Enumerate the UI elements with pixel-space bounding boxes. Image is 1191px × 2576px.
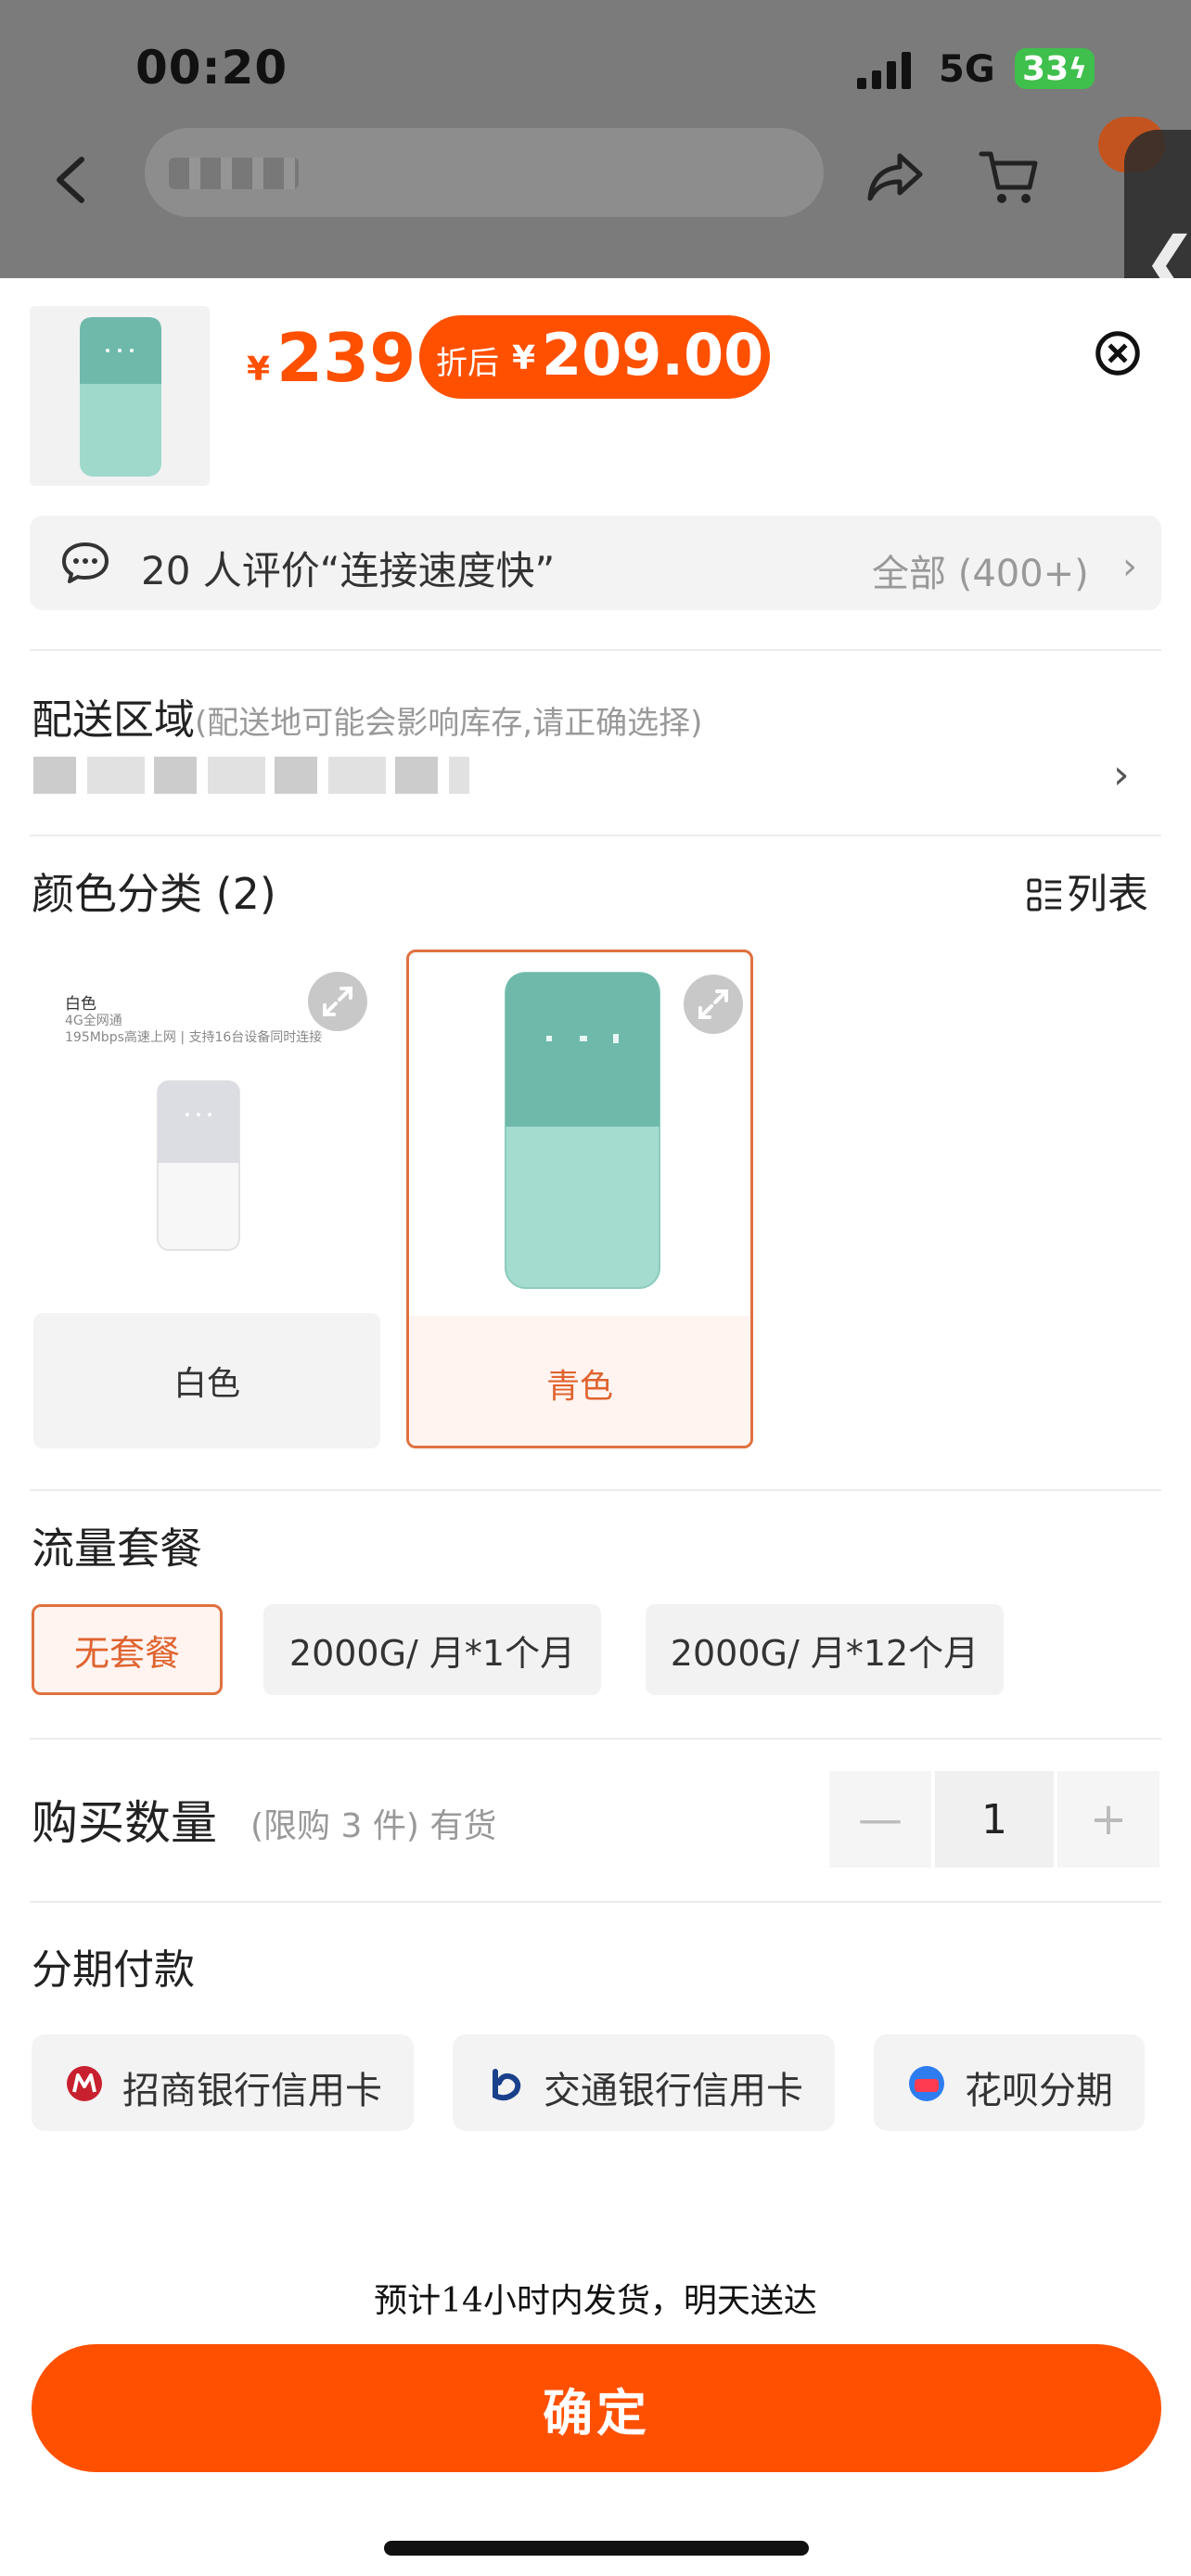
installment-bocom-credit[interactable]: 交通银行信用卡 (453, 2034, 835, 2131)
chevron-right-icon: › (1122, 545, 1137, 588)
color-section-title: 颜色分类 (2) (32, 869, 276, 919)
quantity-title: 购买数量 (32, 1796, 217, 1850)
installment-cmb-credit[interactable]: 招商银行信用卡 (32, 2034, 414, 2131)
product-price: 239 (276, 319, 416, 397)
battery-level: 33 (1022, 49, 1069, 88)
expand-icon[interactable] (684, 975, 743, 1034)
review-all-count: 全部 (400+) (872, 553, 1089, 595)
color-option-label: 青色 (409, 1316, 750, 1446)
sku-selector-sheet: ¥ 239 折后 ¥ 209.00 20 人评价“连接速度快” 全部 (400+… (0, 278, 1191, 2576)
cyan-device-image (505, 972, 660, 1289)
installment-option-label: 交通银行信用卡 (544, 2070, 803, 2112)
quantity-limit-note: (限购 3 件) 有货 (250, 1807, 497, 1845)
decrement-button[interactable]: — (829, 1771, 931, 1868)
shipping-area-section: 配送区域(配送地可能会影响库存,请正确选择) (32, 686, 702, 746)
bocom-bank-icon (493, 2069, 521, 2101)
quantity-value[interactable]: 1 (935, 1771, 1054, 1868)
search-bar[interactable] (145, 128, 824, 217)
cmb-bank-icon (67, 2066, 102, 2101)
discount-label: 折后 (436, 345, 499, 382)
plan-section-title: 流量套餐 (32, 1524, 202, 1574)
status-bar: 00:20 5G 33 ϟ (0, 0, 1191, 121)
installment-option-label: 花呗分期 (965, 2070, 1113, 2112)
plan-option-12-months[interactable]: 2000G/ 月*12个月 (646, 1604, 1004, 1695)
discount-currency: ¥ (512, 339, 536, 377)
color-option-label: 白色 (33, 1313, 380, 1448)
expand-icon[interactable] (308, 972, 367, 1031)
status-time: 00:20 (135, 41, 288, 95)
list-view-button[interactable]: 列表 (1026, 861, 1148, 920)
review-summary-bar[interactable]: 20 人评价“连接速度快” 全部 (400+) › (30, 516, 1161, 610)
product-thumbnail[interactable] (30, 306, 210, 486)
network-type: 5G (939, 48, 995, 91)
plan-option-none[interactable]: 无套餐 (32, 1604, 223, 1695)
image-caption-line1: 4G全网通 (65, 1014, 122, 1028)
divider (30, 1489, 1161, 1491)
increment-button[interactable]: + (1057, 1771, 1159, 1868)
search-redacted-text (169, 158, 299, 189)
share-icon[interactable] (866, 148, 926, 204)
back-icon[interactable] (48, 154, 95, 206)
list-icon (1027, 878, 1061, 912)
huabei-icon (909, 2066, 944, 2101)
quantity-stepper: — 1 + (829, 1771, 1161, 1868)
divider (30, 835, 1161, 836)
cart-icon[interactable] (978, 147, 1039, 206)
shipping-eta: 预计14小时内发货，明天送达 (374, 2282, 817, 2320)
confirm-button[interactable]: 确定 (32, 2344, 1161, 2472)
shipping-note: (配送地可能会影响库存,请正确选择) (195, 705, 703, 742)
comment-icon (62, 542, 109, 583)
color-option-white[interactable]: 白色 4G全网通 195Mbps高速上网 | 支持16台设备同时连接 白色 (33, 950, 380, 1448)
white-device-image (157, 1080, 240, 1251)
discount-price-badge: 折后 ¥ 209.00 (419, 315, 770, 399)
review-highlight: 20 人评价“连接速度快” (141, 548, 556, 593)
battery-icon: 33 ϟ (1015, 48, 1095, 89)
installment-huabei[interactable]: 花呗分期 (874, 2034, 1145, 2131)
list-view-label: 列表 (1067, 871, 1148, 918)
price-currency: ¥ (247, 351, 271, 389)
shipping-address-redacted[interactable] (33, 757, 469, 794)
plan-option-1-month[interactable]: 2000G/ 月*1个月 (263, 1604, 601, 1695)
discount-price: 209.00 (542, 321, 764, 389)
shipping-title: 配送区域 (32, 696, 195, 744)
image-caption-line2: 195Mbps高速上网 | 支持16台设备同时连接 (65, 1030, 323, 1045)
divider (30, 1901, 1161, 1903)
home-indicator (384, 2541, 809, 2556)
divider (30, 649, 1161, 651)
product-thumbnail-image (80, 317, 161, 477)
installment-option-label: 招商银行信用卡 (122, 2070, 382, 2112)
color-option-cyan[interactable]: 青色 (406, 950, 753, 1448)
signal-icon (857, 52, 911, 89)
installment-title: 分期付款 (32, 1946, 195, 1994)
charging-icon: ϟ (1069, 52, 1087, 85)
chevron-right-icon[interactable]: › (1113, 751, 1130, 798)
close-icon[interactable] (1095, 330, 1141, 376)
divider (30, 1738, 1161, 1740)
